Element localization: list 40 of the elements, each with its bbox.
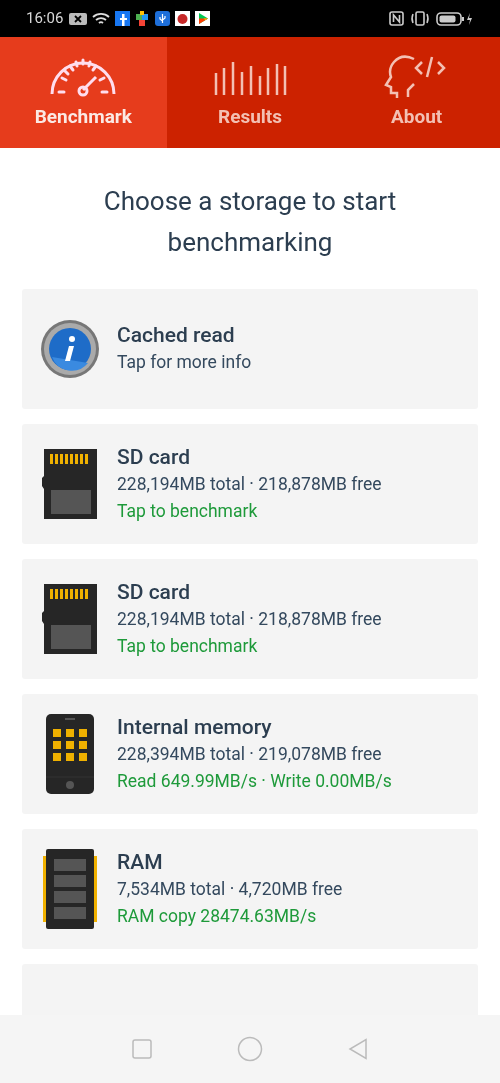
status-text: Tap to benchmark [117,499,259,523]
back-button[interactable] [347,1038,368,1060]
app-icon [115,11,131,26]
storage-card[interactable]: RAM 7,534MB total · 4,720MB free RAM copy 28474.63MB/s [22,829,478,949]
storage-title: SD card [117,578,191,606]
sd-card-icon [40,582,99,656]
storage-card[interactable]: SD card 228,194MB total · 218,878MB free Tap to benchmark [22,559,478,679]
storage-title: Internal memory [117,713,273,741]
info-icon [39,319,100,379]
app-icon [175,11,191,26]
tab[interactable]: Benchmark [0,37,167,148]
storage-title: Cached read [117,322,236,349]
status-text: Read 649.99MB/s · Write 0.00MB/s [117,769,392,793]
battery-icon [436,11,474,26]
storage-title: SD card [117,443,191,471]
nfc-icon [389,11,404,26]
status-text: Tap to benchmark [117,634,259,658]
home-button[interactable] [237,1036,263,1062]
storage-card[interactable]: Internal memory 228,394MB total · 219,078MB free Read 649.99MB/s · Write 0.00MB/s [22,694,478,814]
ram-chip-icon [41,848,98,930]
storage-card[interactable]: SD card 228,194MB total · 218,878MB free Tap to benchmark [22,424,478,544]
storage-title: RAM [117,848,164,876]
phone-icon [44,713,95,795]
notification-icon [69,12,88,25]
usb-icon [155,11,171,26]
page-heading: Choose a storage to start benchmarking [102,185,398,259]
status-time: 16:06 [26,8,64,30]
sd-card-icon [40,447,99,521]
detail-text: 7,534MB total · 4,720MB free [117,877,343,901]
detail-text: 228,394MB total · 219,078MB free [117,742,383,766]
status-text: RAM copy 28474.63MB/s [117,904,318,928]
storage-card[interactable]: Cached read Tap for more info [22,289,478,409]
detail-text: 228,194MB total · 218,878MB free [117,607,382,631]
puzzle-icon [135,11,151,26]
detail-text: 228,194MB total · 218,878MB free [117,472,382,496]
wifi-icon [92,11,111,26]
recents-button[interactable] [132,1039,153,1059]
vibrate-icon [410,11,430,26]
detail-text: Tap for more info [117,351,252,374]
play-store-icon [195,11,211,26]
